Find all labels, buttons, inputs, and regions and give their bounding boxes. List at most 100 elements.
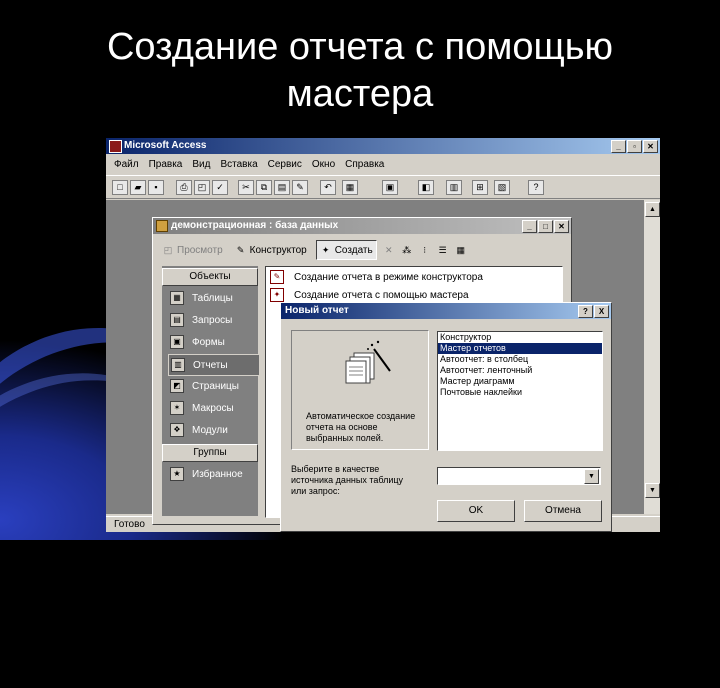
nav-item-forms[interactable]: ▣ Формы xyxy=(168,332,258,352)
nav-label: Макросы xyxy=(192,402,234,414)
design-label: Конструктор xyxy=(249,244,307,256)
list-item-label: Создание отчета в режиме конструктора xyxy=(294,271,483,283)
source-combobox[interactable]: ▼ xyxy=(437,467,601,485)
cut-icon[interactable]: ✂ xyxy=(238,180,254,195)
nav-label: Таблицы xyxy=(192,292,233,304)
menu-bar: Файл Правка Вид Вставка Сервис Окно Спра… xyxy=(106,156,660,174)
chevron-down-icon[interactable]: ▼ xyxy=(584,469,599,484)
menu-insert[interactable]: Вставка xyxy=(220,156,257,174)
scroll-down-icon[interactable]: ▼ xyxy=(645,483,660,498)
scroll-up-icon[interactable]: ▲ xyxy=(645,202,660,217)
menu-edit[interactable]: Правка xyxy=(149,156,183,174)
office-links-icon[interactable]: ▦ xyxy=(342,180,358,195)
create-button[interactable]: ✦ Создать xyxy=(315,240,377,260)
dialog-close-button[interactable]: X xyxy=(594,305,609,318)
database-titlebar: демонстрационная : база данных _ □ ✕ xyxy=(153,218,571,234)
access-key-icon xyxy=(109,140,122,153)
favorites-icon: ★ xyxy=(170,467,184,481)
nav-item-queries[interactable]: ▤ Запросы xyxy=(168,310,258,330)
db-close-icon[interactable]: ✕ xyxy=(554,220,569,233)
preview-button[interactable]: ◰ Просмотр xyxy=(159,241,226,259)
db-minimize-icon[interactable]: _ xyxy=(522,220,537,233)
help-icon[interactable]: ? xyxy=(528,180,544,195)
create-label: Создать xyxy=(334,244,373,256)
undo-icon[interactable]: ↶ xyxy=(320,180,336,195)
slide-title: Создание отчета с помощью мастера xyxy=(0,24,720,118)
db-maximize-icon[interactable]: □ xyxy=(538,220,553,233)
menu-tools[interactable]: Сервис xyxy=(268,156,302,174)
open-folder-icon[interactable]: ▰ xyxy=(130,180,146,195)
report-icon: ▥ xyxy=(171,358,185,372)
format-painter-icon[interactable]: ✎ xyxy=(292,180,308,195)
nav-item-macros[interactable]: ✶ Макросы xyxy=(168,398,258,418)
relationships-icon[interactable]: ⊞ xyxy=(472,180,488,195)
delete-icon[interactable]: ✕ xyxy=(383,244,395,256)
preview-label: Просмотр xyxy=(177,244,223,256)
nav-label: Формы xyxy=(192,336,225,348)
access-titlebar: Microsoft Access _ ▫ ✕ xyxy=(106,138,660,154)
spelling-icon[interactable]: ✓ xyxy=(212,180,228,195)
module-icon: ❖ xyxy=(170,423,184,437)
paste-icon[interactable]: ▤ xyxy=(274,180,290,195)
print-icon[interactable]: ⎙ xyxy=(176,180,192,195)
nav-item-favorites[interactable]: ★ Избранное xyxy=(168,464,258,484)
objects-group-header[interactable]: Объекты xyxy=(162,268,258,286)
vertical-scrollbar[interactable]: ▲ ▼ xyxy=(644,200,660,514)
groups-header[interactable]: Группы xyxy=(162,444,258,462)
close-icon[interactable]: ✕ xyxy=(643,140,658,153)
minimize-icon[interactable]: _ xyxy=(611,140,626,153)
objects-panel: Объекты ▦ Таблицы ▤ Запросы ▣ Формы ▥ От… xyxy=(162,266,260,516)
create-icon: ✦ xyxy=(321,245,330,255)
menu-file[interactable]: Файл xyxy=(114,156,139,174)
magic-wand-report-icon xyxy=(345,340,391,384)
cancel-button[interactable]: Отмена xyxy=(524,500,602,522)
slide-title-line-2: мастера xyxy=(286,73,434,115)
dialog-title: Новый отчет xyxy=(285,305,349,316)
nav-item-reports[interactable]: ▥ Отчеты xyxy=(168,354,260,376)
design-button[interactable]: ✎ Конструктор xyxy=(232,241,310,259)
nav-item-modules[interactable]: ❖ Модули xyxy=(168,420,258,440)
wizard-preview: Автоматическое создание отчета на основе… xyxy=(291,330,429,450)
details-view-icon[interactable]: ▦ xyxy=(455,244,467,256)
save-icon[interactable]: ▪ xyxy=(148,180,164,195)
list-item-label: Создание отчета с помощью мастера xyxy=(294,289,469,301)
dialog-controls: ? X xyxy=(578,305,609,318)
menu-view[interactable]: Вид xyxy=(192,156,210,174)
dialog-help-button[interactable]: ? xyxy=(578,305,593,318)
copy-icon[interactable]: ⧉ xyxy=(256,180,272,195)
analyze-icon[interactable]: ▣ xyxy=(382,180,398,195)
properties-icon[interactable]: ▥ xyxy=(446,180,462,195)
table-icon: ▦ xyxy=(170,291,184,305)
window-controls: _ ▫ ✕ xyxy=(611,140,658,153)
report-type-list[interactable]: Конструктор Мастер отчетов Автоотчет: в … xyxy=(437,331,603,451)
list-item-selected[interactable]: Мастер отчетов xyxy=(438,343,602,354)
new-object-icon[interactable]: ▧ xyxy=(494,180,510,195)
list-item[interactable]: Автоотчет: ленточный xyxy=(438,365,602,376)
design-icon: ✎ xyxy=(236,245,245,255)
menu-window[interactable]: Окно xyxy=(312,156,335,174)
nav-label: Страницы xyxy=(192,380,239,392)
list-item[interactable]: ✦ Создание отчета с помощью мастера xyxy=(270,287,469,303)
database-icon xyxy=(156,220,168,232)
nav-item-pages[interactable]: ◩ Страницы xyxy=(168,376,258,396)
list-item[interactable]: Конструктор xyxy=(438,332,602,343)
list-item[interactable]: ✎ Создание отчета в режиме конструктора xyxy=(270,269,483,285)
list-view-icon[interactable]: ☰ xyxy=(437,244,449,256)
small-icons-view-icon[interactable]: ⁝ xyxy=(419,244,431,256)
ok-button[interactable]: OK xyxy=(437,500,515,522)
list-item[interactable]: Мастер диаграмм xyxy=(438,376,602,387)
list-item[interactable]: Автоотчет: в столбец xyxy=(438,354,602,365)
dialog-titlebar: Новый отчет ? X xyxy=(281,303,611,319)
list-item[interactable]: Почтовые наклейки xyxy=(438,387,602,398)
large-icons-view-icon[interactable]: ⁂ xyxy=(401,244,413,256)
new-file-icon[interactable]: □ xyxy=(112,180,128,195)
report-design-icon: ✎ xyxy=(270,270,284,284)
print-preview-icon[interactable]: ◰ xyxy=(194,180,210,195)
query-icon: ▤ xyxy=(170,313,184,327)
restore-icon[interactable]: ▫ xyxy=(627,140,642,153)
nav-item-tables[interactable]: ▦ Таблицы xyxy=(168,288,258,308)
database-toolbar: ◰ Просмотр ✎ Конструктор ✦ Создать ✕ ⁂ ⁝… xyxy=(159,240,565,260)
code-icon[interactable]: ◧ xyxy=(418,180,434,195)
menu-help[interactable]: Справка xyxy=(345,156,384,174)
nav-label: Модули xyxy=(192,424,228,436)
